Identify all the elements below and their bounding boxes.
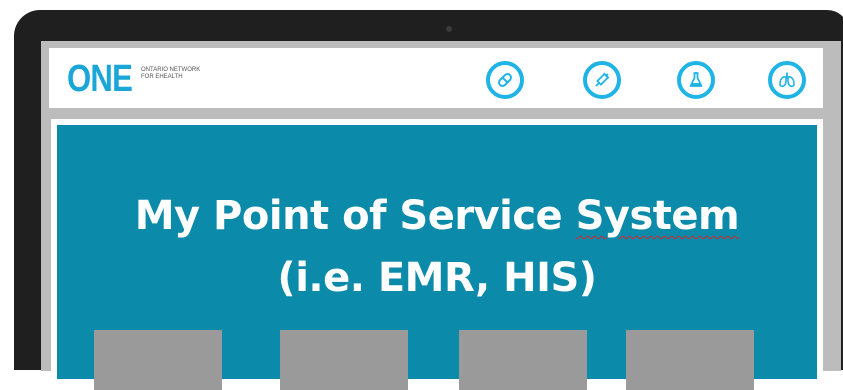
syringe-button[interactable] bbox=[583, 61, 621, 99]
screen: ONE ONTARIO NETWORK FOR EHEALTH My Point… bbox=[41, 41, 841, 390]
flask-button[interactable] bbox=[677, 61, 715, 99]
pill-icon bbox=[498, 73, 512, 87]
module-tile-3[interactable] bbox=[459, 330, 587, 390]
title-line-1-word: System bbox=[575, 193, 740, 239]
main-panel: My Point of Service System (i.e. EMR, HI… bbox=[57, 125, 817, 390]
pill-button[interactable] bbox=[486, 61, 524, 99]
page-title: My Point of Service System (i.e. EMR, HI… bbox=[57, 185, 817, 309]
title-line-1: My Point of Service System bbox=[57, 185, 817, 247]
content-area: My Point of Service System (i.e. EMR, HI… bbox=[51, 119, 823, 390]
module-tile-2[interactable] bbox=[280, 330, 408, 390]
module-tile-4[interactable] bbox=[626, 330, 754, 390]
logo-tagline-line2: FOR EHEALTH bbox=[141, 74, 183, 80]
webcam-dot bbox=[446, 26, 452, 32]
logo-tagline-line1: ONTARIO NETWORK bbox=[141, 67, 201, 73]
syringe-icon bbox=[595, 72, 610, 87]
flask-icon bbox=[689, 72, 703, 87]
title-line-1-prefix: My Point of Service bbox=[134, 193, 576, 239]
lungs-icon bbox=[779, 72, 795, 88]
monitor-bezel: ONE ONTARIO NETWORK FOR EHEALTH My Point… bbox=[14, 10, 843, 390]
logo-one: ONE bbox=[67, 58, 133, 100]
app-header: ONE ONTARIO NETWORK FOR EHEALTH bbox=[49, 48, 823, 108]
lungs-button[interactable] bbox=[768, 61, 806, 99]
module-tile-1[interactable] bbox=[94, 330, 222, 390]
logo-tagline: ONTARIO NETWORK FOR EHEALTH bbox=[141, 67, 201, 81]
title-line-2: (i.e. EMR, HIS) bbox=[277, 255, 597, 301]
